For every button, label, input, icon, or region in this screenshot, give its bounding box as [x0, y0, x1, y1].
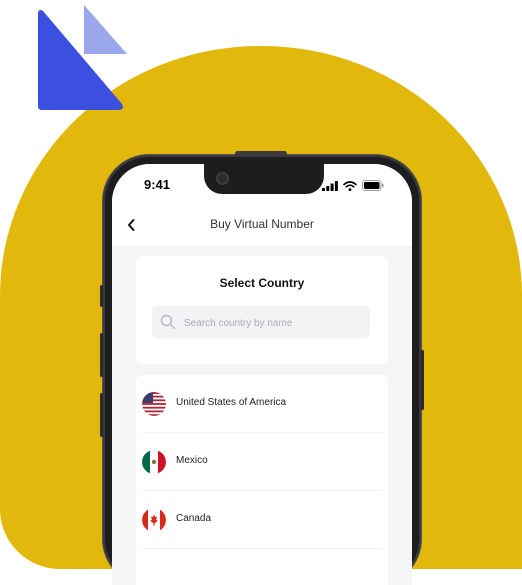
card-title: Select Country [219, 276, 305, 290]
search-box[interactable] [152, 306, 370, 340]
search-input[interactable] [182, 306, 366, 340]
us-flag-icon [142, 392, 166, 416]
nav-bar: Buy Virtual Number [112, 206, 412, 246]
page-title: Buy Virtual Number [210, 217, 314, 231]
country-item-usa[interactable]: United States of America [142, 375, 382, 433]
signal-icon [322, 180, 338, 191]
country-list: United States of America Mexico Canada [136, 375, 388, 585]
country-name: Canada [176, 513, 212, 524]
select-country-card: Select Country [136, 256, 388, 364]
status-icons [322, 180, 384, 191]
canada-flag-icon [142, 508, 166, 532]
search-icon [160, 314, 176, 330]
volume-up-button [100, 333, 103, 377]
country-name: Mexico [176, 455, 208, 466]
brand-logo-icon [38, 5, 127, 110]
camera-icon [216, 172, 229, 185]
speaker-grille [235, 151, 287, 156]
volume-down-button [100, 393, 103, 437]
phone-frame: 9:41 Buy Virtual Number Select Country S… [100, 151, 424, 585]
wifi-icon [343, 180, 357, 191]
logo-small-triangle [84, 5, 127, 54]
logo-large-triangle [38, 10, 123, 110]
phone-screen: 9:41 Buy Virtual Number Select Country S… [112, 164, 412, 585]
phone-side-button [100, 285, 103, 307]
phone-notch [204, 164, 324, 194]
country-name: United States of America [176, 397, 287, 408]
battery-icon [362, 180, 384, 191]
status-time: 9:41 [144, 177, 171, 192]
mexico-flag-icon [142, 450, 166, 474]
power-button [421, 350, 424, 410]
country-item-mexico[interactable]: Mexico [142, 433, 382, 491]
country-item-canada[interactable]: Canada [142, 491, 382, 549]
